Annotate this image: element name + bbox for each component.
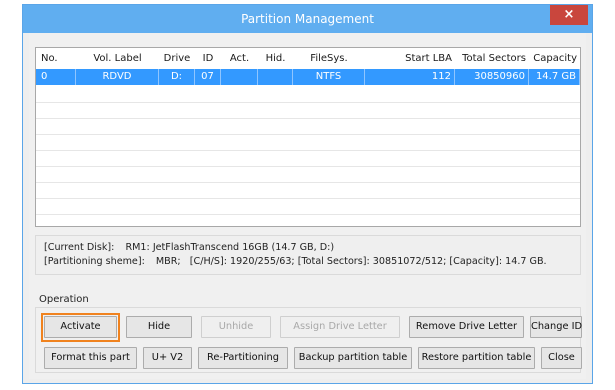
close-icon[interactable]: × [550, 5, 588, 25]
row-separator [36, 182, 580, 183]
column-header-hid[interactable]: Hid. [258, 51, 293, 67]
partition-table[interactable]: No. Vol. Label Drive ID Act. Hid. FileSy… [35, 47, 581, 227]
row-separator [36, 134, 580, 135]
cell-id: 07 [195, 69, 221, 85]
cell-filesys: NTFS [293, 69, 365, 85]
column-header-id[interactable]: ID [195, 51, 221, 67]
format-partition-button[interactable]: Format this part [44, 347, 137, 369]
current-disk-label: [Current Disk]: [44, 242, 115, 253]
column-header-filesys[interactable]: FileSys. [293, 51, 365, 67]
row-separator [36, 102, 580, 103]
table-row[interactable]: 0 RDVD D: 07 NTFS 112 30850960 14.7 GB [36, 69, 580, 85]
column-header-vol-label[interactable]: Vol. Label [76, 51, 159, 67]
partitioning-label: [Partitioning sheme]: [44, 256, 145, 267]
current-disk-line: [Current Disk]: RM1: JetFlashTranscend 1… [44, 242, 334, 253]
row-separator [36, 198, 580, 199]
cell-start-lba: 112 [365, 69, 455, 85]
hide-button[interactable]: Hide [126, 316, 192, 338]
remove-drive-letter-button[interactable]: Remove Drive Letter [409, 316, 524, 338]
cell-act [221, 69, 258, 85]
row-separator [36, 150, 580, 151]
repartitioning-button[interactable]: Re-Partitioning [198, 347, 288, 369]
activate-button[interactable]: Activate [44, 316, 117, 338]
cell-no: 0 [38, 69, 76, 85]
column-header-drive[interactable]: Drive [159, 51, 195, 67]
u-plus-v2-button[interactable]: U+ V2 [143, 347, 192, 369]
restore-partition-table-button[interactable]: Restore partition table [418, 347, 535, 369]
cell-vol-label: RDVD [76, 69, 159, 85]
assign-drive-letter-button[interactable]: Assign Drive Letter [280, 316, 400, 338]
row-separator [36, 166, 580, 167]
window-title: Partition Management [241, 12, 374, 26]
cell-hid [258, 69, 293, 85]
unhide-button[interactable]: Unhide [201, 316, 271, 338]
cell-capacity: 14.7 GB [529, 69, 580, 85]
close-button[interactable]: Close [541, 347, 582, 369]
title-bar[interactable]: Partition Management × [23, 5, 592, 33]
current-disk-value: RM1: JetFlashTranscend 16GB (14.7 GB, D:… [125, 242, 335, 253]
backup-partition-table-button[interactable]: Backup partition table [294, 347, 412, 369]
row-separator [36, 118, 580, 119]
partitioning-value: MBR; [C/H/S]: 1920/255/63; [Total Sector… [155, 256, 547, 267]
partition-management-window: Partition Management × No. Vol. Label Dr… [22, 4, 593, 384]
cell-drive: D: [159, 69, 195, 85]
row-separator [36, 214, 580, 215]
dialog-body: No. Vol. Label Drive ID Act. Hid. FileSy… [29, 33, 586, 379]
operation-label: Operation [39, 294, 89, 305]
column-header-no[interactable]: No. [38, 51, 76, 67]
column-header-capacity[interactable]: Capacity [529, 51, 580, 67]
table-header: No. Vol. Label Drive ID Act. Hid. FileSy… [36, 51, 580, 67]
partitioning-line: [Partitioning sheme]: MBR; [C/H/S]: 1920… [44, 256, 547, 267]
change-id-button[interactable]: Change ID [530, 316, 582, 338]
column-header-total-sectors[interactable]: Total Sectors [455, 51, 529, 67]
column-header-act[interactable]: Act. [221, 51, 258, 67]
column-header-start-lba[interactable]: Start LBA [365, 51, 455, 67]
cell-total-sectors: 30850960 [455, 69, 529, 85]
disk-info-panel: [Current Disk]: RM1: JetFlashTranscend 1… [35, 235, 581, 275]
